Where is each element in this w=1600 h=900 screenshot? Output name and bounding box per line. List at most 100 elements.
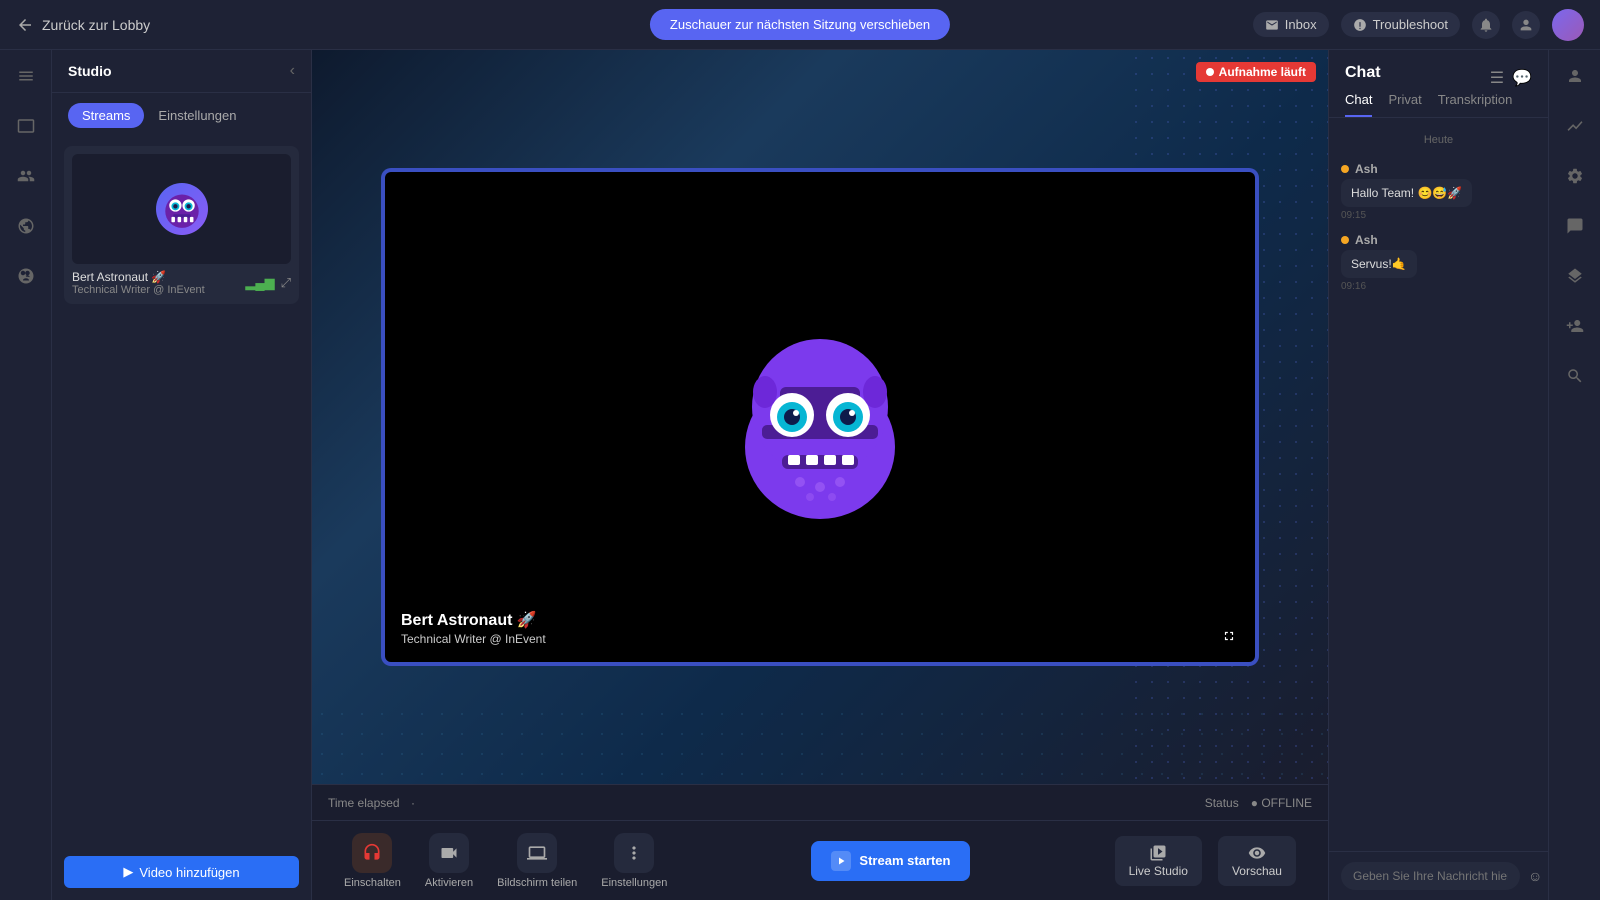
- stream-avatar: [156, 183, 208, 235]
- aktivieren-icon: [429, 833, 469, 873]
- right-layers-icon[interactable]: [1559, 260, 1591, 292]
- center-controls: Stream starten: [811, 841, 970, 881]
- bg-dots-bottom: [312, 704, 1328, 784]
- right-chat-icon[interactable]: [1559, 210, 1591, 242]
- stream-item: ☆: [64, 146, 299, 304]
- right-add-person-icon[interactable]: [1559, 310, 1591, 342]
- video-stage: Bert Astronaut 🚀 Technical Writer @ InEv…: [312, 50, 1328, 784]
- chat-sender-1: Ash: [1341, 162, 1536, 176]
- globe-icon[interactable]: [10, 210, 42, 242]
- chat-title: Chat: [1345, 64, 1381, 82]
- notifications-icon[interactable]: [1472, 11, 1500, 39]
- chat-message-1: Ash Hallo Team! 😊😅🚀 09:15: [1341, 162, 1536, 221]
- right-search-icon[interactable]: [1559, 360, 1591, 392]
- menu-icon[interactable]: [10, 60, 42, 92]
- left-controls: Einschalten Aktivieren Bildschirm teilen: [344, 833, 667, 889]
- chat-time-2: 09:16: [1341, 281, 1536, 292]
- einschalten-button[interactable]: Einschalten: [344, 833, 401, 889]
- einschalten-icon: [352, 833, 392, 873]
- monster-character: [720, 307, 920, 527]
- chat-panel-header: Chat ☰ 💬 Chat Privat Transkription: [1329, 50, 1548, 118]
- user-avatar[interactable]: [1552, 9, 1584, 41]
- tab-transkription[interactable]: Transkription: [1438, 92, 1513, 117]
- transfer-viewers-button[interactable]: Zuschauer zur nächsten Sitzung verschieb…: [650, 9, 950, 40]
- add-video-button[interactable]: ▶ Video hinzufügen: [64, 856, 299, 888]
- monster-mini-icon: [160, 187, 204, 231]
- people-icon[interactable]: [10, 160, 42, 192]
- tab-chat[interactable]: Chat: [1345, 92, 1372, 117]
- fullscreen-icon: [1222, 629, 1236, 643]
- right-sidebar-icons: [1548, 50, 1600, 900]
- chat-list-icon[interactable]: ☰: [1490, 68, 1504, 88]
- recording-dot: [1206, 68, 1214, 76]
- bildschirm-icon: [517, 833, 557, 873]
- topbar: Zurück zur Lobby Zuschauer zur nächsten …: [0, 0, 1600, 50]
- bottom-controls: Einschalten Aktivieren Bildschirm teilen: [312, 820, 1328, 900]
- presenter-name: Bert Astronaut 🚀: [401, 610, 546, 630]
- chat-messages: Heute Ash Hallo Team! 😊😅🚀 09:15 Ash Serv…: [1329, 118, 1548, 851]
- stream-subtitle: Technical Writer @ InEvent: [72, 284, 205, 296]
- center-content: Aufnahme läuft: [312, 50, 1328, 900]
- chat-day-divider: Heute: [1341, 134, 1536, 146]
- chat-bubble-1: Hallo Team! 😊😅🚀: [1341, 179, 1472, 207]
- sender-status-dot: [1341, 165, 1349, 173]
- sender-status-dot-2: [1341, 236, 1349, 244]
- aktivieren-button[interactable]: Aktivieren: [425, 833, 473, 889]
- live-studio-icon: [1149, 844, 1167, 862]
- status-offline: Status ● OFFLINE: [1205, 796, 1312, 810]
- presenter-subtitle: Technical Writer @ InEvent: [401, 632, 546, 646]
- back-label: Zurück zur Lobby: [42, 17, 150, 33]
- stream-actions: ▂▄▆ ⤢: [245, 275, 291, 291]
- expand-icon[interactable]: ⤢: [281, 275, 291, 291]
- right-chart-icon[interactable]: [1559, 110, 1591, 142]
- studio-title: Studio: [68, 63, 112, 79]
- right-settings-icon[interactable]: [1559, 160, 1591, 192]
- einstellungen-icon: [614, 833, 654, 873]
- left-sidebar-icons: [0, 50, 52, 900]
- chat-bubble-icon[interactable]: 💬: [1512, 68, 1532, 88]
- troubleshoot-icon: [1353, 18, 1367, 32]
- fullscreen-button[interactable]: [1215, 622, 1243, 650]
- chat-header-actions: ☰ 💬: [1490, 68, 1532, 88]
- screen-icon[interactable]: [10, 110, 42, 142]
- einstellungen-button[interactable]: Einstellungen: [601, 833, 667, 889]
- profile-icon[interactable]: [1512, 11, 1540, 39]
- emoji-button[interactable]: ☺: [1528, 868, 1542, 884]
- back-arrow-icon: [16, 16, 34, 34]
- stream-name: Bert Astronaut 🚀: [72, 270, 205, 284]
- play-icon: [831, 851, 851, 871]
- studio-close-button[interactable]: ‹: [290, 62, 295, 80]
- studio-tabs: Streams Einstellungen: [52, 93, 311, 138]
- chat-sender-2: Ash: [1341, 233, 1536, 247]
- chat-message-2: Ash Servus!🤙 09:16: [1341, 233, 1536, 292]
- stream-starten-button[interactable]: Stream starten: [811, 841, 970, 881]
- stream-thumbnail: [72, 154, 291, 264]
- bildschirm-button[interactable]: Bildschirm teilen: [497, 833, 577, 889]
- chat-tabs: Chat Privat Transkription: [1345, 92, 1532, 117]
- topbar-right-actions: Inbox Troubleshoot: [1253, 9, 1584, 41]
- tab-streams[interactable]: Streams: [68, 103, 144, 128]
- troubleshoot-button[interactable]: Troubleshoot: [1341, 12, 1460, 37]
- right-person-icon[interactable]: [1559, 60, 1591, 92]
- video-frame: Bert Astronaut 🚀 Technical Writer @ InEv…: [385, 172, 1255, 662]
- main-area: Studio ‹ Streams Einstellungen ☆: [0, 50, 1600, 900]
- chat-bubble-2: Servus!🤙: [1341, 250, 1417, 278]
- vorschau-button[interactable]: Vorschau: [1218, 836, 1296, 886]
- add-video-icon: ▶: [123, 864, 133, 880]
- group-icon[interactable]: [10, 260, 42, 292]
- tab-einstellungen[interactable]: Einstellungen: [144, 103, 250, 128]
- studio-panel: Studio ‹ Streams Einstellungen ☆: [52, 50, 312, 900]
- vorschau-icon: [1248, 844, 1266, 862]
- tab-privat[interactable]: Privat: [1388, 92, 1421, 117]
- status-bar: Time elapsed · Status ● OFFLINE: [312, 784, 1328, 820]
- time-elapsed-label: Time elapsed ·: [328, 796, 415, 810]
- chat-time-1: 09:15: [1341, 210, 1536, 221]
- chat-panel: Chat ☰ 💬 Chat Privat Transkription Heute…: [1328, 50, 1548, 900]
- chat-input[interactable]: [1341, 862, 1520, 890]
- video-name-overlay: Bert Astronaut 🚀 Technical Writer @ InEv…: [401, 610, 546, 646]
- live-studio-button[interactable]: Live Studio: [1115, 836, 1202, 886]
- inbox-button[interactable]: Inbox: [1253, 12, 1329, 37]
- right-controls: Live Studio Vorschau: [1115, 836, 1296, 886]
- center-action: Zuschauer zur nächsten Sitzung verschieb…: [650, 9, 950, 40]
- back-button[interactable]: Zurück zur Lobby: [16, 16, 150, 34]
